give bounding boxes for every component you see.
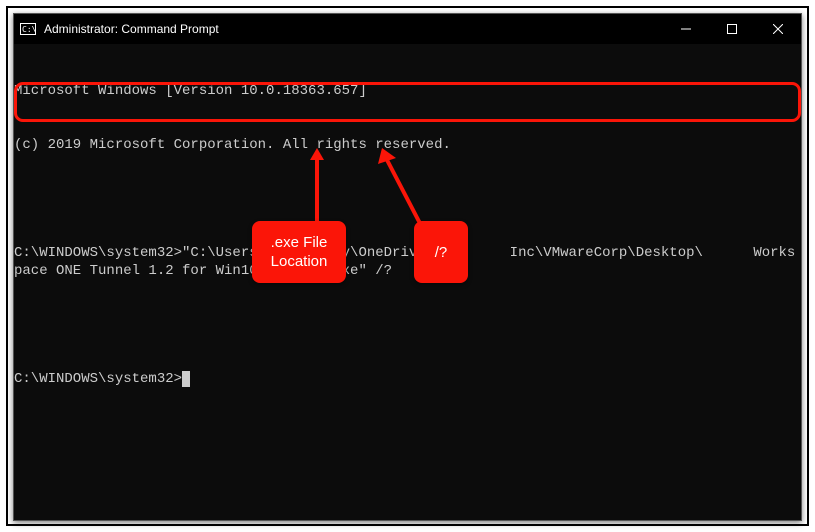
prompt-text: C:\WINDOWS\system32> <box>14 371 182 387</box>
outer-border: C:\ Administrator: Command Prompt <box>6 6 809 526</box>
callout-label: .exe File Location <box>262 233 336 271</box>
annotation-callout-exe-location: .exe File Location <box>252 221 346 283</box>
minimize-button[interactable] <box>663 14 709 44</box>
terminal-prompt: C:\WINDOWS\system32> <box>14 370 797 388</box>
command-prompt-window: C:\ Administrator: Command Prompt <box>13 13 802 521</box>
annotation-callout-help-switch: /? <box>414 221 468 283</box>
window-controls <box>663 14 801 44</box>
terminal-area[interactable]: Microsoft Windows [Version 10.0.18363.65… <box>14 44 801 520</box>
blank-line <box>14 316 797 334</box>
terminal-command-line: C:\WINDOWS\system32>"C:\Users\dweatherly… <box>14 244 797 280</box>
annotation-arrow-2 <box>376 110 456 225</box>
cmd-icon: C:\ <box>14 14 42 44</box>
callout-label: /? <box>435 243 448 262</box>
svg-text:C:\: C:\ <box>22 25 36 34</box>
blank-line <box>14 190 797 208</box>
close-button[interactable] <box>755 14 801 44</box>
page-frame: C:\ Administrator: Command Prompt <box>0 0 815 532</box>
titlebar[interactable]: C:\ Administrator: Command Prompt <box>14 14 801 44</box>
maximize-button[interactable] <box>709 14 755 44</box>
window-title: Administrator: Command Prompt <box>42 22 663 36</box>
terminal-line-copyright: (c) 2019 Microsoft Corporation. All righ… <box>14 136 797 154</box>
terminal-line-version: Microsoft Windows [Version 10.0.18363.65… <box>14 82 797 100</box>
cursor <box>182 371 190 387</box>
